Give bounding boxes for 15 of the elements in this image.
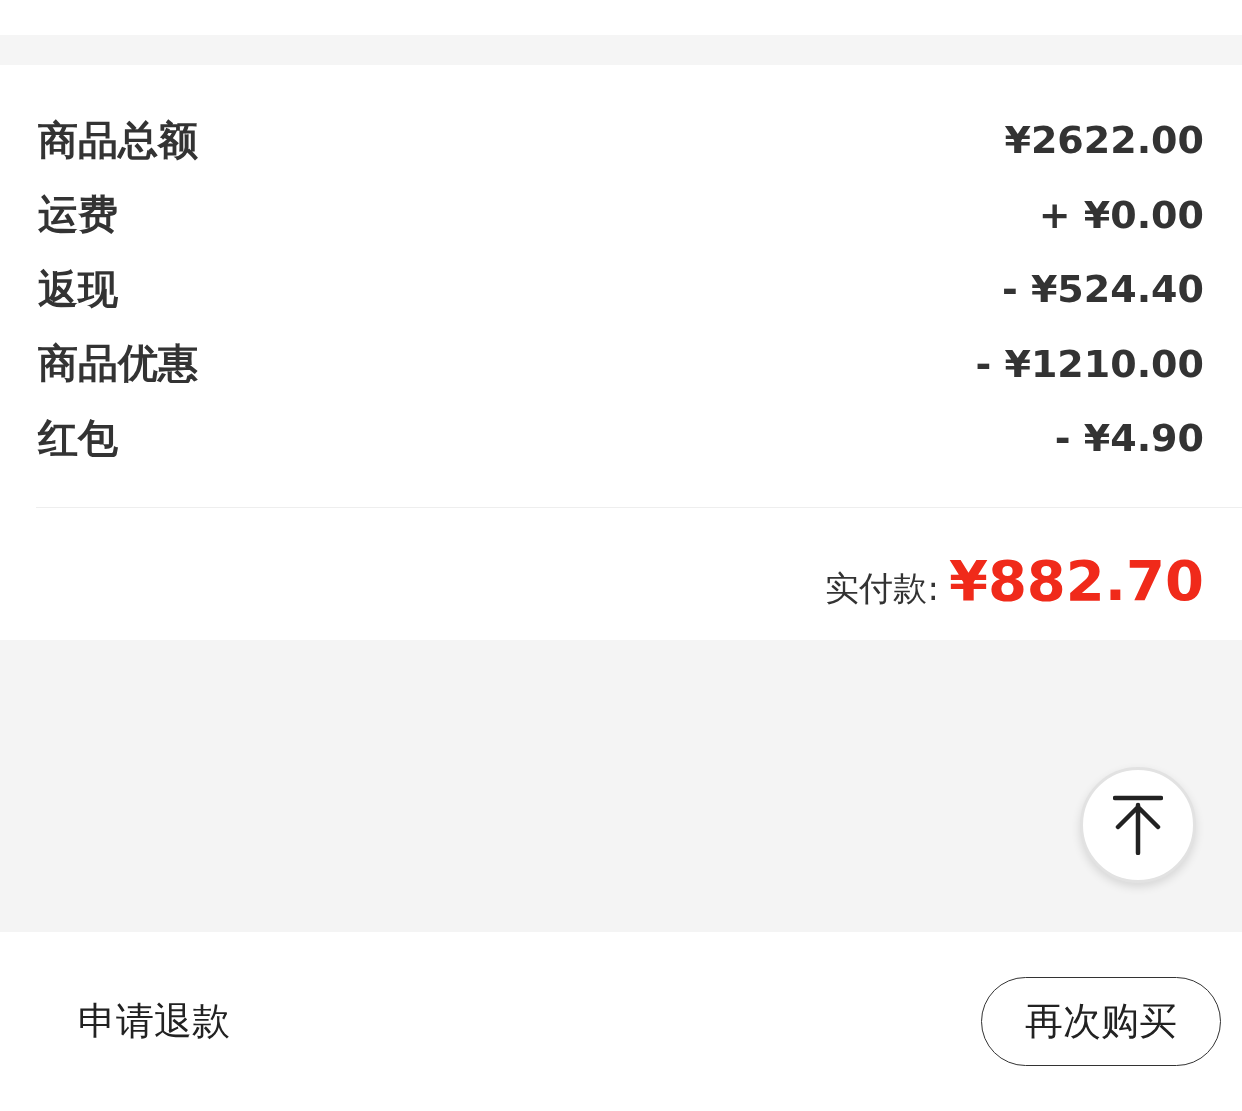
row-label: 返现: [38, 264, 118, 314]
row-label: 商品总额: [38, 115, 198, 165]
total-label: 实付款:: [825, 566, 939, 610]
total-amount: ¥882.70: [948, 547, 1204, 613]
refund-link[interactable]: 申请退款: [78, 996, 230, 1047]
buy-again-button[interactable]: 再次购买: [981, 977, 1221, 1066]
row-amount: - ¥524.40: [1001, 267, 1204, 312]
row-label: 红包: [38, 413, 118, 463]
row-amount: + ¥0.00: [1038, 192, 1204, 237]
row-label: 商品优惠: [38, 339, 198, 389]
row-amount: - ¥1210.00: [975, 341, 1204, 386]
row-amount: ¥2622.00: [1004, 118, 1204, 163]
row-amount: - ¥4.90: [1054, 416, 1204, 461]
row-label: 运费: [38, 190, 118, 240]
arrow-up-icon: [1113, 795, 1163, 855]
